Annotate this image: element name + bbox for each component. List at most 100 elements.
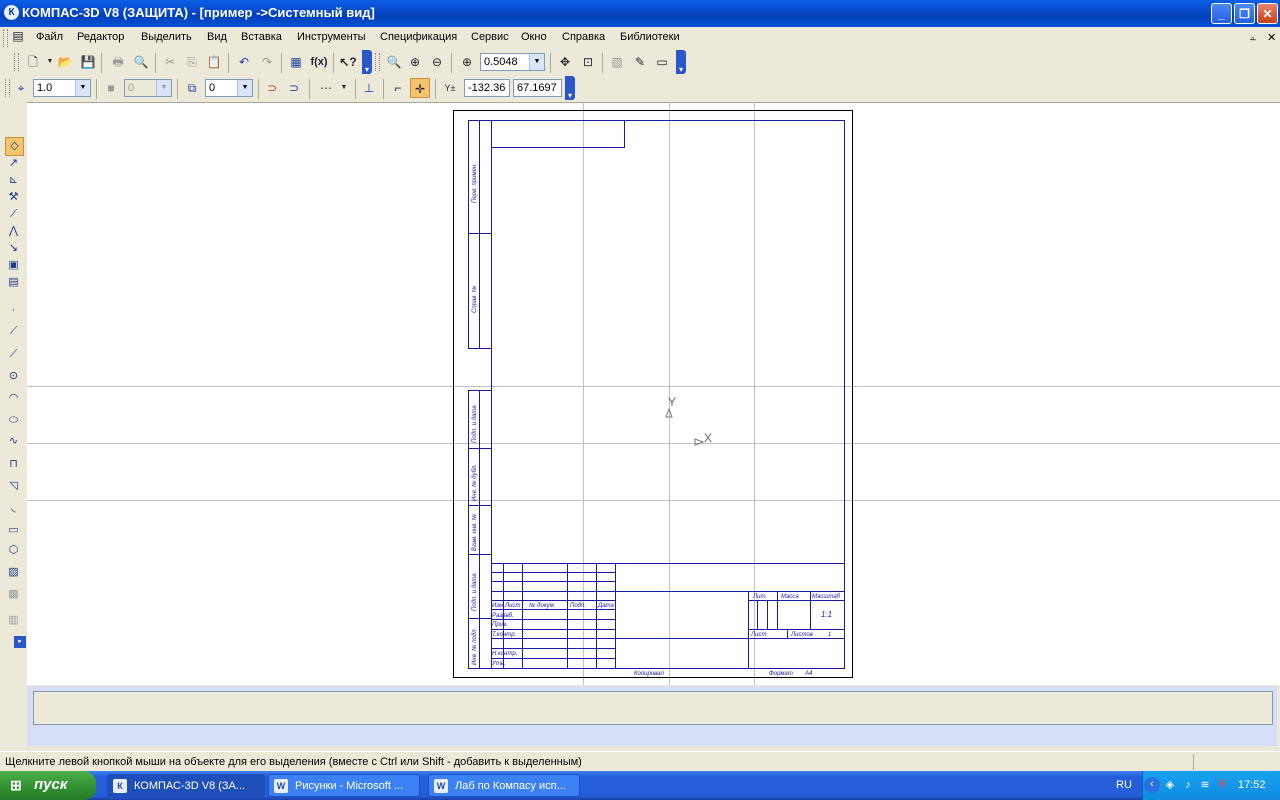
fillet-icon[interactable]: ◟	[5, 500, 22, 517]
grid-icon[interactable]: ⋯	[316, 78, 336, 98]
drawing-canvas[interactable]: Y X Перв. примен. Справ. № Подп. и дата …	[27, 102, 1280, 685]
pan-icon[interactable]: ✥	[555, 52, 575, 72]
associative-view-icon[interactable]: ▣	[5, 257, 22, 274]
network-icon[interactable]: ◈	[1163, 778, 1177, 792]
menu-libraries[interactable]: Библиотеки	[620, 31, 680, 43]
arc-icon[interactable]: ◠	[5, 390, 22, 407]
show-all-icon[interactable]: ⊡	[578, 52, 598, 72]
task-word-pictures[interactable]: W Рисунки - Microsoft ...	[268, 774, 420, 797]
wifi-icon[interactable]: ≋	[1198, 778, 1212, 792]
chevron-down-icon[interactable]: ▼	[156, 80, 171, 96]
manager-icon[interactable]: ▦	[286, 52, 306, 72]
zoom-combo[interactable]: 0.5048 ▼	[480, 53, 545, 71]
zoom-in-icon[interactable]: ⊕	[405, 52, 425, 72]
menu-editor[interactable]: Редактор	[77, 31, 124, 43]
function-icon[interactable]: f(x)	[309, 52, 329, 72]
restore-button[interactable]: ❐	[1234, 3, 1255, 24]
polygon-icon[interactable]: ⬡	[5, 542, 22, 559]
menu-insert[interactable]: Вставка	[241, 31, 282, 43]
menu-select[interactable]: Выделить	[141, 31, 192, 43]
minimize-button[interactable]: _	[1211, 3, 1232, 24]
start-button[interactable]: ⊞ пуск	[0, 771, 96, 800]
segment-icon[interactable]: ⟋	[5, 346, 22, 363]
chevron-left-icon[interactable]: ‹	[1144, 777, 1160, 793]
paste-icon[interactable]: 📋	[204, 52, 224, 72]
local-cs-icon[interactable]: ⊥	[359, 78, 379, 98]
contour-icon[interactable]: ▥	[5, 612, 22, 629]
step-combo[interactable]: 1.0 ▼	[33, 79, 91, 97]
chamfer-icon[interactable]: ◹	[5, 478, 22, 495]
print-preview-icon[interactable]: 🔍	[131, 52, 151, 72]
edit-icon[interactable]: ⚒	[5, 189, 22, 206]
chevron-down-icon[interactable]: ▼	[75, 80, 90, 96]
aux-line-icon[interactable]: ⟋	[5, 323, 22, 340]
fill-icon[interactable]: ▩	[5, 586, 22, 603]
polyline-icon[interactable]: ⊓	[5, 456, 22, 473]
menu-view[interactable]: Вид	[207, 31, 227, 43]
toolbar-grip[interactable]	[14, 53, 19, 71]
toolbar-options-icon[interactable]: ▾	[362, 50, 372, 74]
properties-area[interactable]	[33, 691, 1273, 725]
redo-icon[interactable]: ↷	[257, 52, 277, 72]
shield-icon[interactable]: ⛨	[1215, 778, 1229, 792]
cursor-step-icon[interactable]: ⌖	[11, 78, 31, 98]
style-combo[interactable]: 0 ▼	[124, 79, 172, 97]
toolbar-options-icon[interactable]: ▾	[565, 76, 575, 100]
menu-tools[interactable]: Инструменты	[297, 31, 366, 43]
close-button[interactable]: ✕	[1257, 3, 1278, 24]
spline-icon[interactable]: ∿	[5, 433, 22, 450]
select-icon[interactable]: ↘	[5, 240, 22, 257]
toolbar-grip[interactable]	[5, 79, 10, 97]
geometry-icon[interactable]: ◇	[5, 137, 24, 156]
dimensions-icon[interactable]: ↗	[5, 155, 22, 172]
expand-panel-icon[interactable]: ▸	[14, 636, 26, 648]
copy-icon[interactable]: ⎘	[182, 52, 202, 72]
zoom-out-icon[interactable]: ⊖	[427, 52, 447, 72]
menu-window[interactable]: Окно	[521, 31, 547, 43]
snap-icon[interactable]: ⊃	[284, 78, 304, 98]
zoom-window-icon[interactable]: 🔍	[384, 52, 404, 72]
ortho-icon[interactable]: ⌐	[388, 78, 408, 98]
doc-close-icon[interactable]: ✕	[1267, 31, 1276, 44]
help-pointer-icon[interactable]: ↖?	[338, 52, 358, 72]
layers-icon[interactable]: ⧉	[182, 78, 202, 98]
round-coords-icon[interactable]: ✛	[410, 78, 430, 98]
panel-icon[interactable]: ▭	[652, 52, 672, 72]
menu-service[interactable]: Сервис	[471, 31, 509, 43]
doc-restore-icon[interactable]: ▫	[1251, 34, 1255, 45]
properties-icon[interactable]: ▧	[607, 52, 627, 72]
menu-specification[interactable]: Спецификация	[380, 31, 457, 43]
toolbar-options-icon[interactable]: ▾	[676, 50, 686, 74]
measure-icon[interactable]: ⋀	[5, 223, 22, 240]
hatch-icon[interactable]: ▨	[5, 564, 22, 581]
edit-pen-icon[interactable]: ✎	[630, 52, 650, 72]
task-kompas[interactable]: К КОМПАС-3D V8 (ЗА...	[107, 774, 265, 797]
magnet-icon[interactable]: ⊃	[262, 78, 282, 98]
ellipse-icon[interactable]: ⬭	[5, 412, 22, 429]
chevron-down-icon[interactable]: ▼	[529, 54, 544, 70]
menu-help[interactable]: Справка	[562, 31, 605, 43]
document-icon[interactable]: ▤	[10, 28, 26, 44]
rectangle-icon[interactable]: ▭	[5, 522, 22, 539]
undo-icon[interactable]: ↶	[234, 52, 254, 72]
symbols-icon[interactable]: ⊾	[5, 172, 22, 189]
language-indicator[interactable]: RU	[1116, 779, 1132, 791]
toolbar-grip[interactable]	[3, 29, 8, 47]
spec-icon[interactable]: ▤	[5, 274, 22, 291]
open-folder-icon[interactable]: 📂	[55, 52, 75, 72]
point-icon[interactable]: ·	[5, 302, 22, 319]
layer-combo[interactable]: 0 ▼	[205, 79, 253, 97]
style-icon[interactable]: ■	[101, 78, 121, 98]
cut-icon[interactable]: ✂	[160, 52, 180, 72]
save-icon[interactable]: 💾	[78, 52, 98, 72]
volume-icon[interactable]: ♪	[1181, 778, 1195, 792]
param-icon[interactable]: ⟋	[5, 206, 22, 223]
coord-y-field[interactable]: 67.1697	[513, 79, 562, 97]
chevron-down-icon[interactable]: ▼	[237, 80, 252, 96]
zoom-scale-icon[interactable]: ⊕	[457, 52, 477, 72]
print-icon[interactable]: 🖶	[108, 52, 128, 72]
task-word-lab[interactable]: W Лаб по Компасу исп...	[428, 774, 580, 797]
coord-x-field[interactable]: -132.36	[464, 79, 510, 97]
chevron-down-icon[interactable]: ▼	[334, 78, 354, 98]
menu-file[interactable]: Файл	[36, 31, 63, 43]
